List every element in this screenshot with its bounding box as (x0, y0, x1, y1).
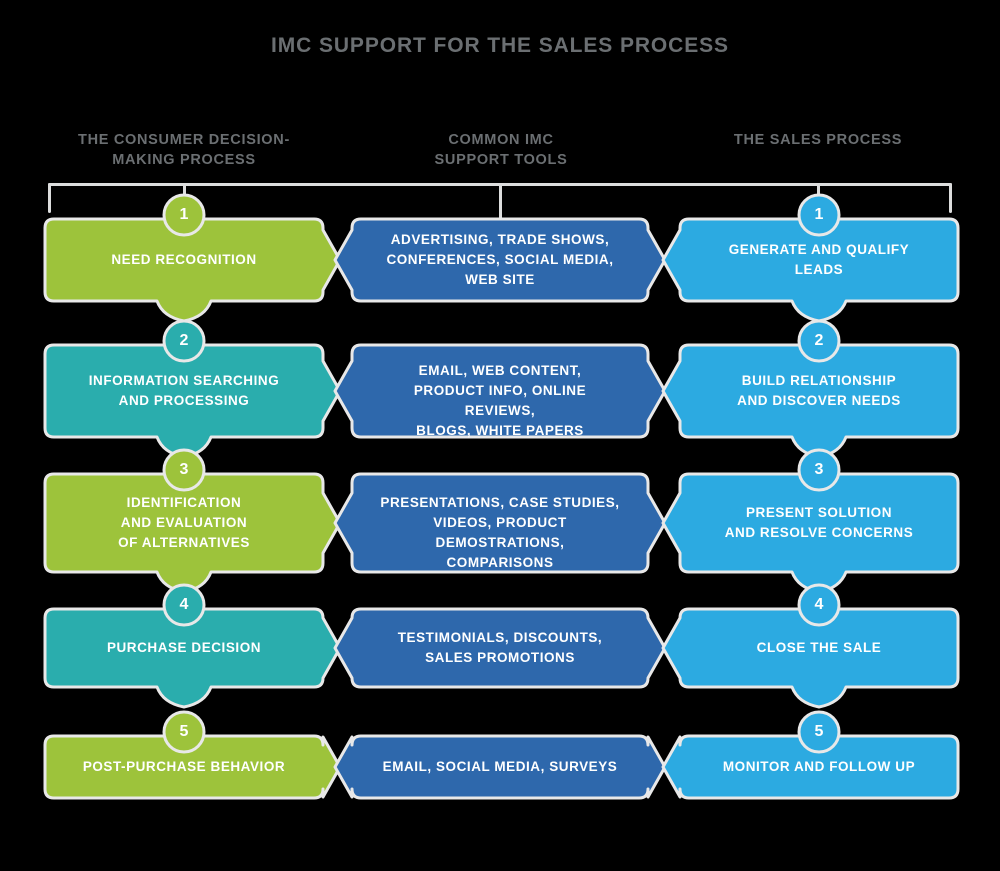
card-body (333, 607, 667, 689)
column-header-line-1: THE CONSUMER DECISION- (78, 132, 290, 148)
page-title: IMC SUPPORT FOR THE SALES PROCESS (271, 34, 729, 57)
card-right-step-5[interactable]: MONITOR AND FOLLOW UP 5 (661, 710, 960, 800)
card-shape (333, 734, 667, 800)
card-right-step-4[interactable]: CLOSE THE SALE 4 (661, 583, 960, 709)
card-shape (333, 217, 667, 303)
step-badge-circle (797, 319, 841, 363)
column-header-line-1: THE SALES PROCESS (733, 132, 903, 148)
card-left-step-3[interactable]: IDENTIFICATION AND EVALUATION OF ALTERNATI… (43, 448, 342, 594)
step-badge-circle (162, 193, 206, 237)
column-header-sales-process: THE SALES PROCESS (662, 130, 974, 150)
column-header-line-2: MAKING PROCESS (112, 152, 256, 168)
card-body (333, 472, 667, 574)
card-left-step-1[interactable]: NEED RECOGNITION 1 (43, 193, 342, 323)
column-header-line-1: COMMON IMC (448, 132, 554, 148)
step-badge-circle (797, 583, 841, 627)
card-body (661, 343, 960, 459)
card-shape (333, 607, 667, 689)
column-header-consumer-decision: THE CONSUMER DECISION- MAKING PROCESS (28, 130, 340, 170)
card-body (333, 217, 667, 303)
card-shape (661, 193, 960, 323)
card-body (43, 343, 342, 459)
card-middle-step-5[interactable]: EMAIL, SOCIAL MEDIA, SURVEYS (333, 734, 667, 800)
card-middle-step-3[interactable]: PRESENTATIONS, CASE STUDIES, VIDEOS, PROD… (333, 472, 667, 574)
step-badge-circle (797, 710, 841, 754)
card-body (333, 734, 667, 800)
infographic-canvas: IMC SUPPORT FOR THE SALES PROCESS THE CO… (0, 0, 1000, 871)
card-shape (43, 193, 342, 323)
card-shape (43, 583, 342, 709)
step-badge-circle (162, 448, 206, 492)
step-badge-circle (162, 319, 206, 363)
card-right-step-2[interactable]: BUILD RELATIONSHIP AND DISCOVER NEEDS 2 (661, 319, 960, 459)
card-body (661, 472, 960, 594)
card-body (43, 472, 342, 594)
column-header-line-2: SUPPORT TOOLS (434, 152, 568, 168)
card-left-step-2[interactable]: INFORMATION SEARCHING AND PROCESSING 2 (43, 319, 342, 459)
card-left-step-4[interactable]: PURCHASE DECISION 4 (43, 583, 342, 709)
card-right-step-1[interactable]: GENERATE AND QUALIFY LEADS 1 (661, 193, 960, 323)
step-badge-circle (162, 710, 206, 754)
card-left-step-5[interactable]: POST-PURCHASE BEHAVIOR 5 (43, 710, 342, 800)
card-shape (661, 710, 960, 800)
card-shape (43, 710, 342, 800)
card-middle-step-2[interactable]: EMAIL, WEB CONTENT, PRODUCT INFO, ONLINE … (333, 343, 667, 439)
card-middle-step-1[interactable]: ADVERTISING, TRADE SHOWS, CONFERENCES, SO… (333, 217, 667, 303)
column-header-imc-support-tools: COMMON IMC SUPPORT TOOLS (345, 130, 657, 170)
card-middle-step-4[interactable]: TESTIMONIALS, DISCOUNTS, SALES PROMOTIONS (333, 607, 667, 689)
step-badge-circle (797, 193, 841, 237)
card-shape (661, 583, 960, 709)
card-right-step-3[interactable]: PRESENT SOLUTION AND RESOLVE CONCERNS 3 (661, 448, 960, 594)
card-body (333, 343, 667, 439)
step-badge-circle (797, 448, 841, 492)
step-badge-circle (162, 583, 206, 627)
